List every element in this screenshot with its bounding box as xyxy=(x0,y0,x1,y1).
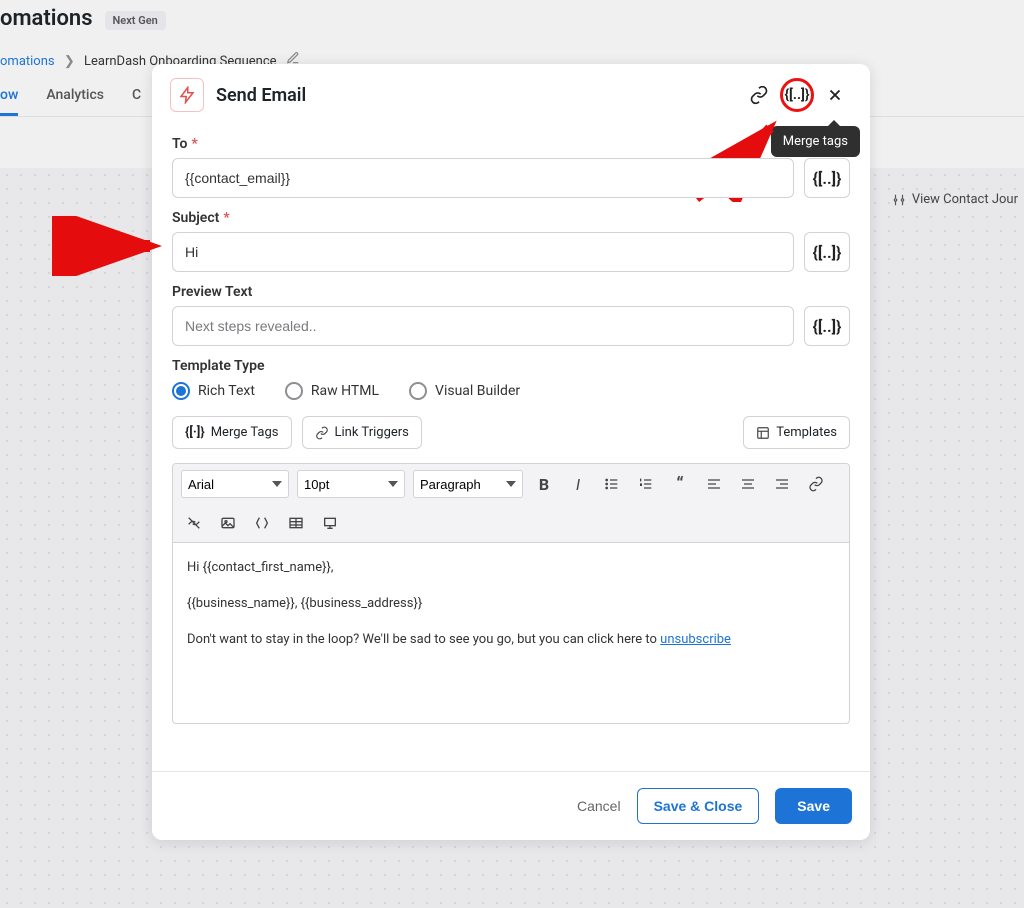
editor-content[interactable]: Hi {{contact_first_name}}, {{business_na… xyxy=(173,543,849,723)
template-type-label: Template Type xyxy=(172,358,850,374)
page-title: omations xyxy=(0,6,93,31)
merge-tags-header-button[interactable]: {[..]} xyxy=(780,78,814,112)
send-email-modal: Send Email {[..]} Merge tags To* {[..]} … xyxy=(152,64,870,840)
unlink-icon[interactable] xyxy=(181,510,207,536)
align-left-icon[interactable] xyxy=(701,471,727,497)
unsubscribe-link[interactable]: unsubscribe xyxy=(660,632,731,647)
numbered-list-icon[interactable] xyxy=(633,471,659,497)
to-label: To* xyxy=(172,136,850,152)
page-header: omations Next Gen xyxy=(0,0,1024,39)
italic-icon[interactable]: I xyxy=(565,471,591,497)
save-and-close-button[interactable]: Save & Close xyxy=(637,788,760,824)
tab-analytics[interactable]: Analytics xyxy=(46,87,104,116)
font-size-select[interactable]: 10pt xyxy=(297,470,405,498)
chevron-right-icon: ❯ xyxy=(64,54,75,69)
bullet-list-icon[interactable] xyxy=(599,471,625,497)
modal-footer: Cancel Save & Close Save xyxy=(152,771,870,840)
align-right-icon[interactable] xyxy=(769,471,795,497)
tab-workflow[interactable]: ow xyxy=(0,87,18,116)
editor-line-3: Don't want to stay in the loop? We'll be… xyxy=(187,632,660,647)
merge-tags-button[interactable]: {[·]}Merge Tags xyxy=(172,416,292,449)
paragraph-select[interactable]: Paragraph xyxy=(413,470,523,498)
editor-line-2: {{business_name}}, {{business_address}} xyxy=(187,593,835,615)
cancel-button[interactable]: Cancel xyxy=(577,788,621,824)
link-icon[interactable] xyxy=(742,78,776,112)
tab-c[interactable]: C xyxy=(132,87,141,116)
modal-body: To* {[..]} Subject* {[..]} Preview Text … xyxy=(152,122,870,771)
to-merge-tag-button[interactable]: {[..]} xyxy=(804,158,850,198)
subject-input[interactable] xyxy=(172,232,794,272)
table-icon[interactable] xyxy=(283,510,309,536)
radio-raw-html[interactable]: Raw HTML xyxy=(285,382,379,400)
lightning-icon xyxy=(170,78,204,112)
preview-text-label: Preview Text xyxy=(172,284,850,300)
align-center-icon[interactable] xyxy=(735,471,761,497)
bold-icon[interactable]: B xyxy=(531,471,557,497)
save-button[interactable]: Save xyxy=(775,788,852,824)
subject-merge-tag-button[interactable]: {[..]} xyxy=(804,232,850,272)
close-icon[interactable] xyxy=(818,78,852,112)
breadcrumb-item-1[interactable]: omations xyxy=(0,54,55,69)
radio-rich-text[interactable]: Rich Text xyxy=(172,382,255,400)
preview-merge-tag-button[interactable]: {[..]} xyxy=(804,306,850,346)
fullscreen-icon[interactable] xyxy=(317,510,343,536)
radio-visual-builder[interactable]: Visual Builder xyxy=(409,382,520,400)
subject-label: Subject* xyxy=(172,210,850,226)
to-input[interactable] xyxy=(172,158,794,198)
email-editor: Arial 10pt Paragraph B I “ xyxy=(172,463,850,724)
view-contact-journey-link[interactable]: View Contact Jour xyxy=(892,192,1018,207)
blockquote-icon[interactable]: “ xyxy=(667,471,693,497)
templates-button[interactable]: Templates xyxy=(743,416,850,449)
preview-text-input[interactable] xyxy=(172,306,794,346)
source-code-icon[interactable] xyxy=(249,510,275,536)
insert-link-icon[interactable] xyxy=(803,471,829,497)
next-gen-badge: Next Gen xyxy=(105,11,166,30)
modal-header: Send Email {[..]} xyxy=(152,64,870,122)
font-family-select[interactable]: Arial xyxy=(181,470,289,498)
editor-toolbar: Arial 10pt Paragraph B I “ xyxy=(173,464,849,543)
image-icon[interactable] xyxy=(215,510,241,536)
editor-line-1: Hi {{contact_first_name}}, xyxy=(187,557,835,579)
link-triggers-button[interactable]: Link Triggers xyxy=(302,416,422,449)
modal-title: Send Email xyxy=(216,85,738,106)
